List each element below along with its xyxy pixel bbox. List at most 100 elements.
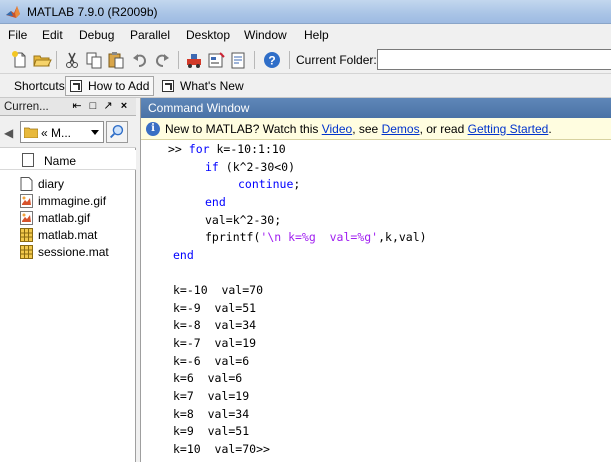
menu-parallel[interactable]: Parallel xyxy=(130,28,170,42)
panel-maximize-icon[interactable]: □ xyxy=(86,99,100,114)
output-line: k=-9 val=51 xyxy=(173,301,257,315)
shortcut-whats-new[interactable]: What's New xyxy=(157,76,249,96)
mat-file-icon xyxy=(20,245,33,259)
help-icon[interactable]: ? xyxy=(262,50,282,70)
window-title: MATLAB 7.9.0 (R2009b) xyxy=(27,5,158,19)
title-bar: MATLAB 7.9.0 (R2009b) xyxy=(0,0,611,24)
search-icon[interactable] xyxy=(106,121,128,143)
shortcut-how-to-add[interactable]: How to Add xyxy=(65,76,155,96)
panel-undock-icon[interactable]: ↗ xyxy=(101,99,115,114)
shortcuts-bar: Shortcuts How to Add What's New xyxy=(0,74,611,98)
current-folder-label: Current Folder: xyxy=(296,53,377,67)
output-line: k=9 val=51 xyxy=(173,424,250,438)
code-text: (k^2-30<0) xyxy=(218,160,296,174)
output-line: k=8 val=34 xyxy=(173,407,250,421)
file-name: matlab.mat xyxy=(38,228,98,242)
paste-icon[interactable] xyxy=(106,50,126,70)
code-text: ; xyxy=(293,177,301,191)
info-separator: , or read xyxy=(419,122,468,136)
code-line: >> for k=-10:1:10 xyxy=(168,140,286,158)
folder-path-text: « M... xyxy=(41,126,72,140)
code-line: if (k^2-30<0) xyxy=(205,158,295,176)
open-folder-icon[interactable] xyxy=(32,50,52,70)
command-window-title: Command Window xyxy=(148,101,250,115)
document-icon xyxy=(22,153,34,167)
info-icon: i xyxy=(146,122,160,136)
toolbar: ? Current Folder: xyxy=(0,46,611,74)
output-line: k=-7 val=19 xyxy=(173,336,257,350)
panel-title-bar: Curren... ⇤ □ ↗ × xyxy=(0,98,136,116)
info-prefix: New to MATLAB? Watch this xyxy=(165,122,322,136)
video-link[interactable]: Video xyxy=(322,122,352,136)
file-row[interactable]: diary xyxy=(20,176,134,192)
info-text: New to MATLAB? Watch this Video, see Dem… xyxy=(165,122,552,136)
image-file-icon xyxy=(20,211,33,225)
back-arrow-icon[interactable]: ◀ xyxy=(4,126,13,140)
column-name-header: Name xyxy=(44,154,77,168)
getting-started-link[interactable]: Getting Started xyxy=(468,122,549,136)
text-file-icon xyxy=(20,177,33,191)
info-banner: i New to MATLAB? Watch this Video, see D… xyxy=(141,118,611,140)
file-row[interactable]: matlab.mat xyxy=(20,227,134,243)
shortcut-arrow-icon xyxy=(162,80,174,92)
guide-icon[interactable] xyxy=(206,50,226,70)
panel-dock-icon[interactable]: ⇤ xyxy=(70,99,84,114)
panel-close-icon[interactable]: × xyxy=(117,99,131,114)
menu-help[interactable]: Help xyxy=(304,28,329,42)
code-text: k=-10:1:10 xyxy=(209,142,286,156)
menu-desktop[interactable]: Desktop xyxy=(186,28,230,42)
file-list-header[interactable]: Name xyxy=(0,150,136,170)
menu-window[interactable]: Window xyxy=(244,28,287,42)
folder-nav-bar: ◀ « M... xyxy=(0,116,136,148)
folder-path-dropdown[interactable]: « M... xyxy=(20,121,104,143)
prompt: >> xyxy=(168,142,189,156)
file-row[interactable]: matlab.gif xyxy=(20,210,134,226)
profiler-icon[interactable] xyxy=(228,50,248,70)
command-window-content[interactable]: >> for k=-10:1:10 if (k^2-30<0) continue… xyxy=(141,140,611,462)
folder-icon xyxy=(24,127,38,138)
demos-link[interactable]: Demos xyxy=(382,122,420,136)
menu-bar: File Edit Debug Parallel Desktop Window … xyxy=(0,24,611,46)
undo-icon[interactable] xyxy=(130,50,150,70)
output-line: k=-8 val=34 xyxy=(173,318,257,332)
shortcut-label: How to Add xyxy=(88,79,150,93)
info-separator: , see xyxy=(352,122,382,136)
toolbar-separator xyxy=(56,51,57,69)
file-row[interactable]: immagine.gif xyxy=(20,193,134,209)
copy-icon[interactable] xyxy=(84,50,104,70)
image-file-icon xyxy=(20,194,33,208)
output-line: k=-10 val=70 xyxy=(173,283,264,297)
panel-title: Curren... xyxy=(4,101,49,113)
matlab-logo-icon xyxy=(6,6,20,18)
toolbar-separator xyxy=(289,51,290,69)
redo-icon[interactable] xyxy=(152,50,172,70)
code-line: end xyxy=(173,246,194,264)
current-folder-input[interactable] xyxy=(377,49,611,70)
info-suffix: . xyxy=(548,122,552,136)
file-name: sessione.mat xyxy=(38,245,109,259)
keyword: end xyxy=(173,248,194,262)
code-text: fprintf( xyxy=(205,230,261,244)
string-literal: '\n k=%g val=%g' xyxy=(260,230,379,244)
toolbar-separator xyxy=(178,51,179,69)
menu-file[interactable]: File xyxy=(8,28,27,42)
shortcut-label: What's New xyxy=(180,79,244,93)
simulink-icon[interactable] xyxy=(184,50,204,70)
file-name: matlab.gif xyxy=(38,211,91,225)
new-file-icon[interactable] xyxy=(10,50,30,70)
command-window-title-bar: Command Window xyxy=(141,98,611,118)
file-name: immagine.gif xyxy=(38,194,107,208)
code-text: ,k,val) xyxy=(378,230,427,244)
code-line: fprintf('\n k=%g val=%g',k,val) xyxy=(205,228,427,246)
mat-file-icon xyxy=(20,228,33,242)
toolbar-separator xyxy=(254,51,255,69)
cut-icon[interactable] xyxy=(62,50,82,70)
menu-edit[interactable]: Edit xyxy=(42,28,63,42)
shortcuts-label[interactable]: Shortcuts xyxy=(14,79,65,93)
file-name: diary xyxy=(38,177,65,191)
shortcut-arrow-icon xyxy=(70,80,82,92)
menu-debug[interactable]: Debug xyxy=(79,28,114,42)
file-row[interactable]: sessione.mat xyxy=(20,244,134,260)
command-window: Command Window i New to MATLAB? Watch th… xyxy=(140,98,611,462)
output-line: k=6 val=6 xyxy=(173,371,243,385)
